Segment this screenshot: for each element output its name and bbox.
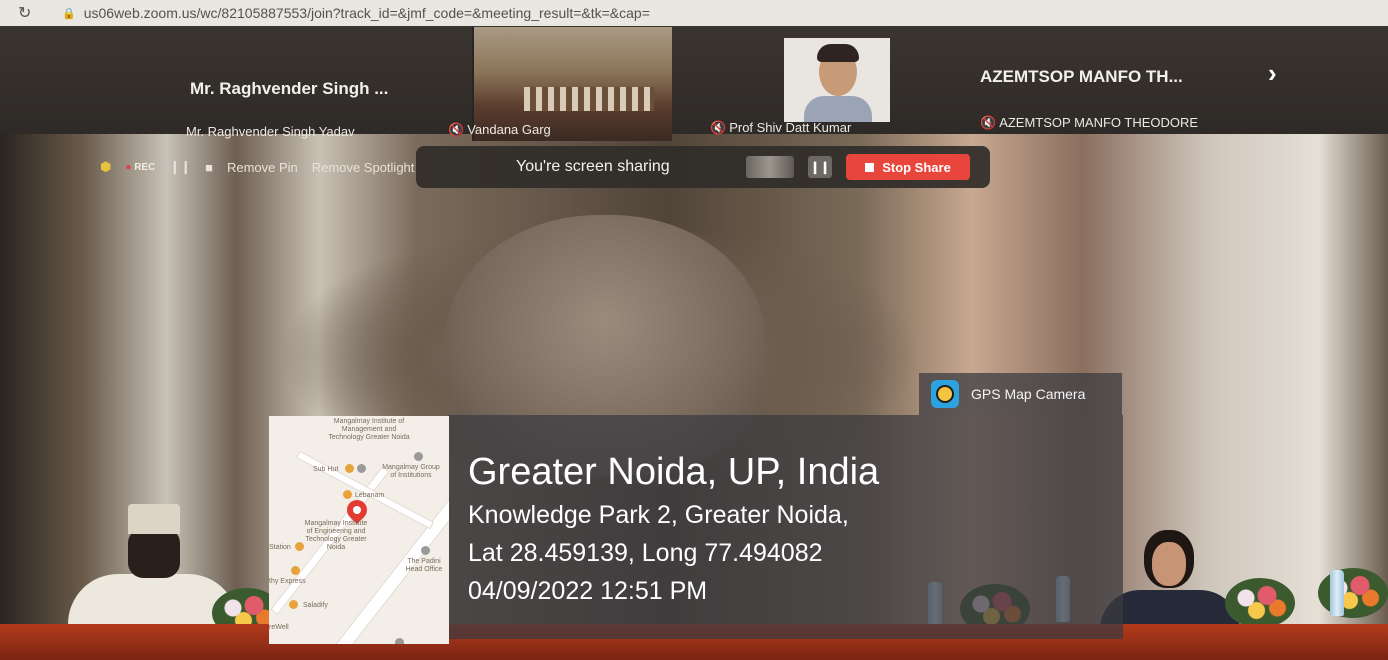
participant-left [58,498,238,636]
map-poi-label: Lebanam [355,492,385,499]
flower-bouquet [1225,578,1295,628]
share-status-text: You're screen sharing [516,158,670,175]
gps-camera-icon [931,380,959,408]
gps-app-name: GPS Map Camera [971,386,1086,402]
muted-mic-icon: 🔇 [710,120,727,135]
reload-icon[interactable]: ↻ [18,3,36,23]
browser-address-bar[interactable]: ↻ 🔒 us06web.zoom.us/wc/82105887553/join?… [0,0,1388,26]
record-dot-icon: ● [125,161,132,173]
map-poi-marker [357,464,366,473]
participant-face [1152,542,1186,586]
tile-label-vandana: 🔇 Vandana Garg [448,122,551,137]
gps-mini-map: Mangalmay Institute of Management and Te… [269,416,449,644]
flower-bouquet [1318,568,1388,618]
map-road [296,450,434,530]
map-poi-label: Sub Hut [313,466,339,473]
muted-mic-icon: 🔇 [980,115,997,130]
map-poi-label: Saladify [303,602,328,609]
tile-label-shiv: 🔇 Prof Shiv Datt Kumar [710,120,852,135]
gps-app-label: GPS Map Camera [919,373,1122,415]
stop-icon [865,162,875,172]
screen-share-bar: You're screen sharing ❙❙ Stop Share [416,146,990,188]
participant-cap [128,504,180,534]
map-poi-label: Mangalmay Institute of Management and Te… [328,418,410,441]
share-preview-thumbnail[interactable] [746,156,794,178]
gps-info-panel: Greater Noida, UP, India Knowledge Park … [448,415,1123,639]
tile-label-azemtsop: 🔇 AZEMTSOP MANFO THEODORE [980,115,1199,130]
map-poi-label: Mangalmay Institute of Engineering and T… [304,520,368,551]
water-bottle [1330,570,1344,616]
map-poi-marker [395,638,404,644]
gps-city: Greater Noida, UP, India [468,451,880,493]
map-poi-label: reWell [269,624,289,631]
video-tile-shiv[interactable] [784,38,890,122]
stop-share-button[interactable]: Stop Share [846,154,970,180]
url-text[interactable]: us06web.zoom.us/wc/82105887553/join?trac… [84,5,650,21]
hall-stage [524,87,654,111]
map-poi-marker [291,566,300,575]
tile-name-raghvender: Mr. Raghvender Singh ... [190,79,389,98]
map-poi-label: thy Express [269,578,306,585]
gps-datetime: 04/09/2022 12:51 PM [468,577,708,605]
lock-icon: 🔒 [62,7,76,20]
recording-indicator: ● REC [125,161,156,173]
map-poi-marker [295,542,304,551]
shield-icon[interactable]: ⬢ [100,159,111,175]
map-poi-marker [345,464,354,473]
gps-coordinates: Lat 28.459139, Long 77.494082 [468,539,823,567]
muted-mic-icon: 🔇 [448,122,465,137]
stop-recording-icon[interactable]: ■ [205,160,213,175]
map-poi-label: Station [269,544,291,551]
map-poi-marker [414,452,423,461]
map-poi-label: Mangalmay Group of Institutions [382,464,440,479]
meeting-toolbar: ⬢ ● REC ❙❙ ■ Remove Pin Remove Spotlight [100,152,414,182]
pause-recording-icon[interactable]: ❙❙ [169,159,191,175]
gps-address: Knowledge Park 2, Greater Noida, [468,501,849,529]
participant-face [128,528,180,578]
participant-hair [817,44,859,62]
pause-share-button[interactable]: ❙❙ [808,156,832,178]
tile-label-raghvender: Mr. Raghvender Singh Yadav [186,124,355,139]
map-poi-marker [289,600,298,609]
remove-spotlight-button[interactable]: Remove Spotlight [312,160,415,175]
chevron-right-icon[interactable]: › [1268,58,1277,89]
tile-name-azemtsop: AZEMTSOP MANFO TH... [980,67,1183,86]
map-poi-marker [343,490,352,499]
camera-lens-icon [936,385,954,403]
remove-pin-button[interactable]: Remove Pin [227,160,298,175]
map-poi-marker [421,546,430,555]
participant-body [804,96,872,122]
map-poi-label: The Padini Head Office [405,558,443,573]
